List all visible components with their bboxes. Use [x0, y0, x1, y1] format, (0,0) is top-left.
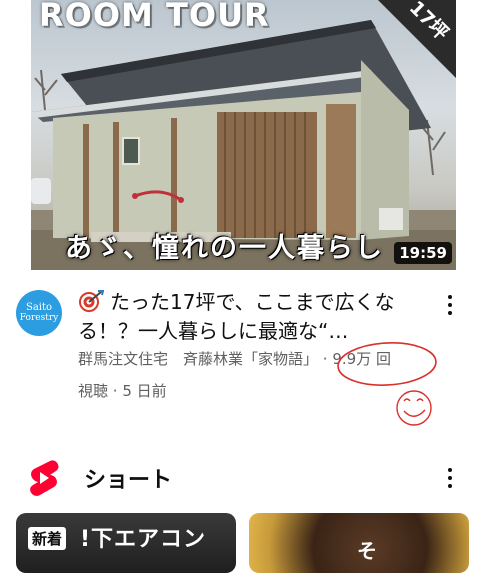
- meta-separator-2: ·: [112, 382, 118, 400]
- avatar-text-line1: Saito: [25, 302, 53, 314]
- short-overlay-text: !下エアコン: [80, 527, 207, 552]
- short-overlay-text: そ: [357, 539, 377, 563]
- video-meta-line-2: 視聴 · 5 日前: [78, 380, 167, 401]
- thumbnail-title-text: ROOM TOUR: [39, 0, 270, 34]
- video-more-options-icon[interactable]: [440, 292, 460, 318]
- shorts-section-title: ショート: [84, 468, 173, 493]
- upload-age: 5 日前: [122, 382, 167, 400]
- video-duration-badge: 19:59: [394, 242, 452, 264]
- thumbnail-caption: あゞ、憧れの一人暮らし: [65, 233, 384, 264]
- video-title-text: たった17坪で、ここまで広くなる！？一人暮らしに最適な“…: [78, 290, 395, 343]
- channel-name[interactable]: 群馬注文住宅 斉藤林業「家物語」: [78, 350, 318, 368]
- view-count: 9.9万 回: [332, 350, 391, 368]
- short-card[interactable]: 新着 !下エアコン: [16, 513, 236, 573]
- channel-avatar[interactable]: Saito Forestry: [16, 290, 62, 336]
- avatar-text-line2: Forestry: [19, 312, 59, 323]
- meta-separator: ·: [322, 350, 328, 368]
- shorts-icon: [30, 460, 59, 496]
- shorts-more-options-icon[interactable]: [440, 465, 460, 491]
- video-meta-line: 群馬注文住宅 斉藤林業「家物語」 · 9.9万 回: [78, 348, 391, 369]
- short-card[interactable]: そ: [249, 513, 469, 573]
- video-title[interactable]: たった17坪で、ここまで広くなる！？一人暮らしに最適な“…: [78, 288, 438, 346]
- new-badge: 新着: [28, 527, 67, 550]
- view-count-suffix: 視聴: [78, 382, 109, 400]
- video-thumbnail[interactable]: ROOM TOUR 17坪 あゞ、憧れの一人暮らし 19:59: [31, 0, 456, 270]
- target-icon: [79, 290, 104, 312]
